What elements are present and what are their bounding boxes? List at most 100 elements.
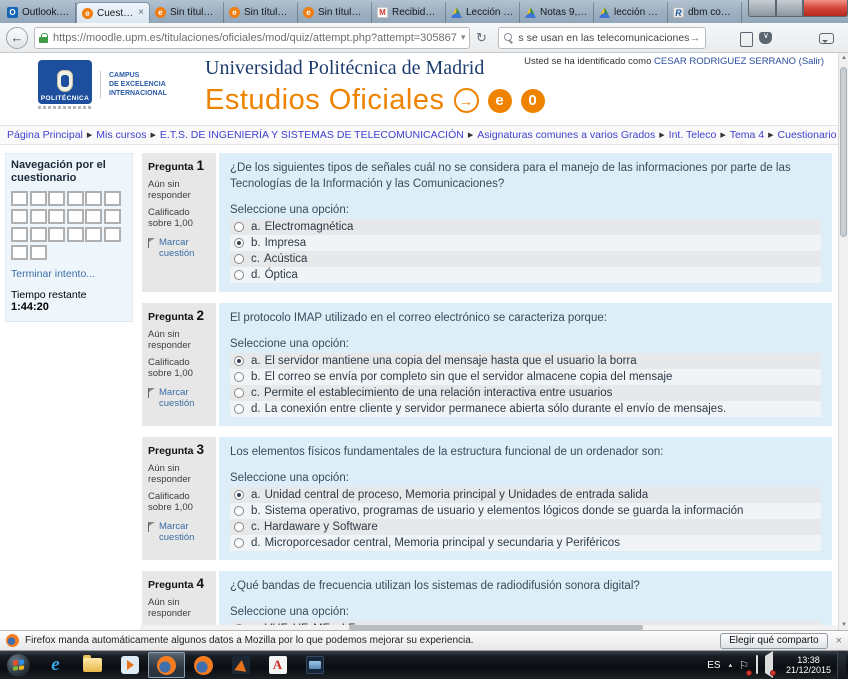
- answer-option[interactable]: b. Sistema operativo, programas de usuar…: [230, 503, 821, 519]
- answer-option[interactable]: a. Unidad central de proceso, Memoria pr…: [230, 487, 821, 503]
- question-nav-button[interactable]: [48, 209, 65, 224]
- answer-option[interactable]: c. Acústica: [230, 251, 821, 267]
- scroll-down-icon[interactable]: ▼: [839, 620, 848, 630]
- notification-close-icon[interactable]: ×: [836, 635, 842, 647]
- browser-tab[interactable]: lección 3 -...: [594, 2, 668, 23]
- logout-link[interactable]: (Salir): [796, 56, 824, 67]
- browser-tab[interactable]: Outlook.co...: [2, 2, 76, 23]
- hidden-icons-caret[interactable]: ▴: [729, 661, 733, 669]
- radio-button[interactable]: [234, 356, 244, 366]
- question-nav-button[interactable]: [30, 245, 47, 260]
- flag-question-link[interactable]: Marcar cuestión: [148, 521, 210, 543]
- question-nav-button[interactable]: [85, 191, 102, 206]
- browser-tab[interactable]: dbm conv...: [668, 2, 742, 23]
- radio-button[interactable]: [234, 506, 244, 516]
- reload-button[interactable]: ↻: [472, 30, 490, 46]
- taskbar-media-player-icon[interactable]: [111, 652, 148, 678]
- user-profile-link[interactable]: CESAR RODRIGUEZ SERRANO: [654, 56, 796, 67]
- answer-option[interactable]: b. Impresa: [230, 235, 821, 251]
- question-nav-button[interactable]: [104, 191, 121, 206]
- breadcrumb-link[interactable]: Asignaturas comunes a varios Grados: [477, 129, 655, 141]
- taskbar-firefox-icon[interactable]: [148, 652, 185, 678]
- close-button[interactable]: [803, 0, 848, 17]
- browser-tab[interactable]: Sin título d...: [150, 2, 224, 23]
- action-center-flag-icon[interactable]: ⚐: [739, 656, 749, 674]
- tab-close-icon[interactable]: ×: [138, 8, 144, 18]
- question-nav-button[interactable]: [67, 227, 84, 242]
- breadcrumb-link[interactable]: Tema 4: [730, 129, 764, 141]
- question-nav-button[interactable]: [30, 209, 47, 224]
- radio-button[interactable]: [234, 522, 244, 532]
- answer-option[interactable]: a. El servidor mantiene una copia del me…: [230, 353, 821, 369]
- radio-button[interactable]: [234, 490, 244, 500]
- minimize-button[interactable]: [748, 0, 776, 17]
- radio-button[interactable]: [234, 222, 244, 232]
- browser-tab[interactable]: Lección 1 -...: [446, 2, 520, 23]
- search-input[interactable]: s se usan en las telecomunicaciones →: [498, 27, 706, 49]
- back-button[interactable]: ←: [6, 27, 28, 49]
- answer-option[interactable]: d. Óptica: [230, 267, 821, 283]
- radio-button[interactable]: [234, 238, 244, 248]
- vertical-scrollbar[interactable]: ▲ ▼: [838, 53, 848, 630]
- question-nav-button[interactable]: [104, 227, 121, 242]
- question-nav-button[interactable]: [85, 209, 102, 224]
- network-icon[interactable]: [756, 656, 758, 674]
- radio-button[interactable]: [234, 538, 244, 548]
- radio-button[interactable]: [234, 270, 244, 280]
- radio-button[interactable]: [234, 254, 244, 264]
- browser-tab[interactable]: Cuestio... ×: [76, 2, 150, 23]
- breadcrumb-link[interactable]: Int. Teleco: [669, 129, 717, 141]
- taskbar-clock[interactable]: 13:38 21/12/2015: [786, 655, 831, 675]
- taskbar-file-explorer-icon[interactable]: [74, 652, 111, 678]
- question-nav-button[interactable]: [11, 209, 28, 224]
- browser-tab[interactable]: Sin título d...: [224, 2, 298, 23]
- language-indicator[interactable]: ES: [707, 660, 720, 671]
- taskbar-matlab-icon[interactable]: [222, 652, 259, 678]
- question-nav-button[interactable]: [11, 227, 28, 242]
- choose-share-button[interactable]: Elegir qué comparto: [720, 633, 828, 649]
- taskbar-internet-explorer-icon[interactable]: e: [37, 652, 74, 678]
- question-nav-button[interactable]: [11, 245, 28, 260]
- radio-button[interactable]: [234, 372, 244, 382]
- answer-option[interactable]: d. La conexión entre cliente y servidor …: [230, 401, 821, 417]
- question-nav-button[interactable]: [30, 191, 47, 206]
- browser-tab[interactable]: Recibidos -...: [372, 2, 446, 23]
- answer-option[interactable]: d. Microporcesador central, Memoria prin…: [230, 535, 821, 551]
- answer-option[interactable]: c. Hardaware y Software: [230, 519, 821, 535]
- finish-attempt-link[interactable]: Terminar intento...: [11, 268, 127, 280]
- question-nav-button[interactable]: [85, 227, 102, 242]
- flag-question-link[interactable]: Marcar cuestión: [148, 237, 210, 259]
- volume-icon[interactable]: [765, 656, 773, 674]
- forum-icon[interactable]: [816, 31, 836, 45]
- taskbar-start-button[interactable]: [0, 652, 37, 678]
- taskbar-adobe-reader-icon[interactable]: A: [259, 652, 296, 678]
- breadcrumb-link[interactable]: Página Principal: [7, 129, 83, 141]
- question-nav-button[interactable]: [11, 191, 28, 206]
- flag-question-link[interactable]: Marcar cuestión: [148, 387, 210, 409]
- chevron-down-icon[interactable]: ▾: [461, 32, 466, 43]
- answer-option[interactable]: c. Permite el establecimiento de una rel…: [230, 385, 821, 401]
- browser-tab[interactable]: Sin título d...: [298, 2, 372, 23]
- taskbar-firefox-icon[interactable]: [185, 652, 222, 678]
- address-bar[interactable]: https://moodle.upm.es/titulaciones/ofici…: [34, 27, 470, 49]
- breadcrumb-link[interactable]: Cuestionario Tema 4: [778, 129, 838, 141]
- clipboard-icon[interactable]: [736, 31, 756, 45]
- question-nav-button[interactable]: [48, 191, 65, 206]
- radio-button[interactable]: [234, 404, 244, 414]
- breadcrumb-link[interactable]: Mis cursos: [96, 129, 146, 141]
- maximize-button[interactable]: [776, 0, 803, 17]
- question-nav-button[interactable]: [104, 209, 121, 224]
- upm-logo-block[interactable]: POLITÉCNICA CAMPUS DE EXCELENCIA INTERNA…: [38, 60, 167, 109]
- radio-button[interactable]: [234, 388, 244, 398]
- breadcrumb-link[interactable]: E.T.S. DE INGENIERÍA Y SISTEMAS DE TELEC…: [160, 129, 464, 141]
- show-desktop-button[interactable]: [837, 651, 846, 679]
- search-go-icon[interactable]: →: [689, 32, 700, 44]
- taskbar-image-viewer-icon[interactable]: [296, 652, 333, 678]
- scroll-up-icon[interactable]: ▲: [839, 53, 848, 63]
- answer-option[interactable]: a. Electromagnética: [230, 219, 821, 235]
- question-nav-button[interactable]: [30, 227, 47, 242]
- answer-option[interactable]: b. El correo se envía por completo sin q…: [230, 369, 821, 385]
- question-nav-button[interactable]: [67, 191, 84, 206]
- question-nav-button[interactable]: [48, 227, 65, 242]
- question-nav-button[interactable]: [67, 209, 84, 224]
